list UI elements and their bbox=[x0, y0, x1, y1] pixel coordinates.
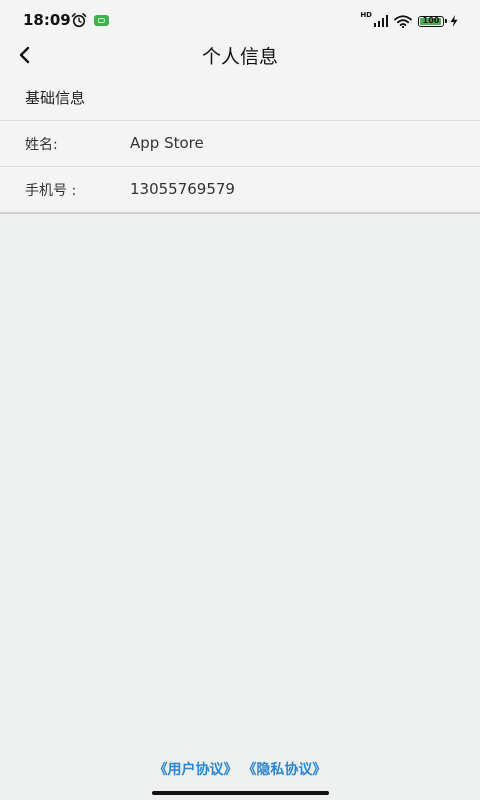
phone-value: 13055769579 bbox=[130, 180, 235, 198]
phone-label: 手机号 : bbox=[25, 183, 77, 199]
page-title: 个人信息 bbox=[201, 46, 278, 68]
status-icons: HD 100 bbox=[360, 12, 458, 30]
privacy-policy-link[interactable]: 《隐私协议》 bbox=[242, 762, 326, 778]
name-label: 姓名: bbox=[25, 137, 58, 153]
wifi-icon bbox=[394, 14, 412, 28]
app-notification-icon bbox=[94, 15, 109, 26]
info-row-name: 姓名: App Store bbox=[0, 121, 480, 167]
charging-icon bbox=[450, 15, 458, 27]
content-area bbox=[0, 213, 480, 800]
section-title: 基础信息 bbox=[25, 89, 86, 107]
status-time: 18:09 bbox=[23, 11, 71, 29]
name-value: App Store bbox=[130, 134, 204, 152]
signal-icon bbox=[374, 15, 388, 27]
network-type-label: HD bbox=[360, 11, 372, 19]
info-list: 姓名: App Store 手机号 : 13055769579 bbox=[0, 120, 480, 214]
home-indicator[interactable] bbox=[152, 791, 329, 795]
section-header: 基础信息 bbox=[0, 70, 480, 120]
alarm-icon bbox=[71, 13, 87, 28]
info-row-phone: 手机号 : 13055769579 bbox=[0, 167, 480, 212]
battery-cap bbox=[445, 19, 447, 23]
user-agreement-link[interactable]: 《用户协议》 bbox=[154, 762, 238, 778]
battery-level: 100 bbox=[422, 15, 440, 25]
navigation-bar: 个人信息 bbox=[0, 40, 480, 70]
battery-icon: 100 bbox=[418, 15, 447, 27]
footer-links: 《用户协议》 《隐私协议》 bbox=[0, 759, 480, 779]
status-bar: 18:09 HD 100 bbox=[0, 0, 480, 40]
